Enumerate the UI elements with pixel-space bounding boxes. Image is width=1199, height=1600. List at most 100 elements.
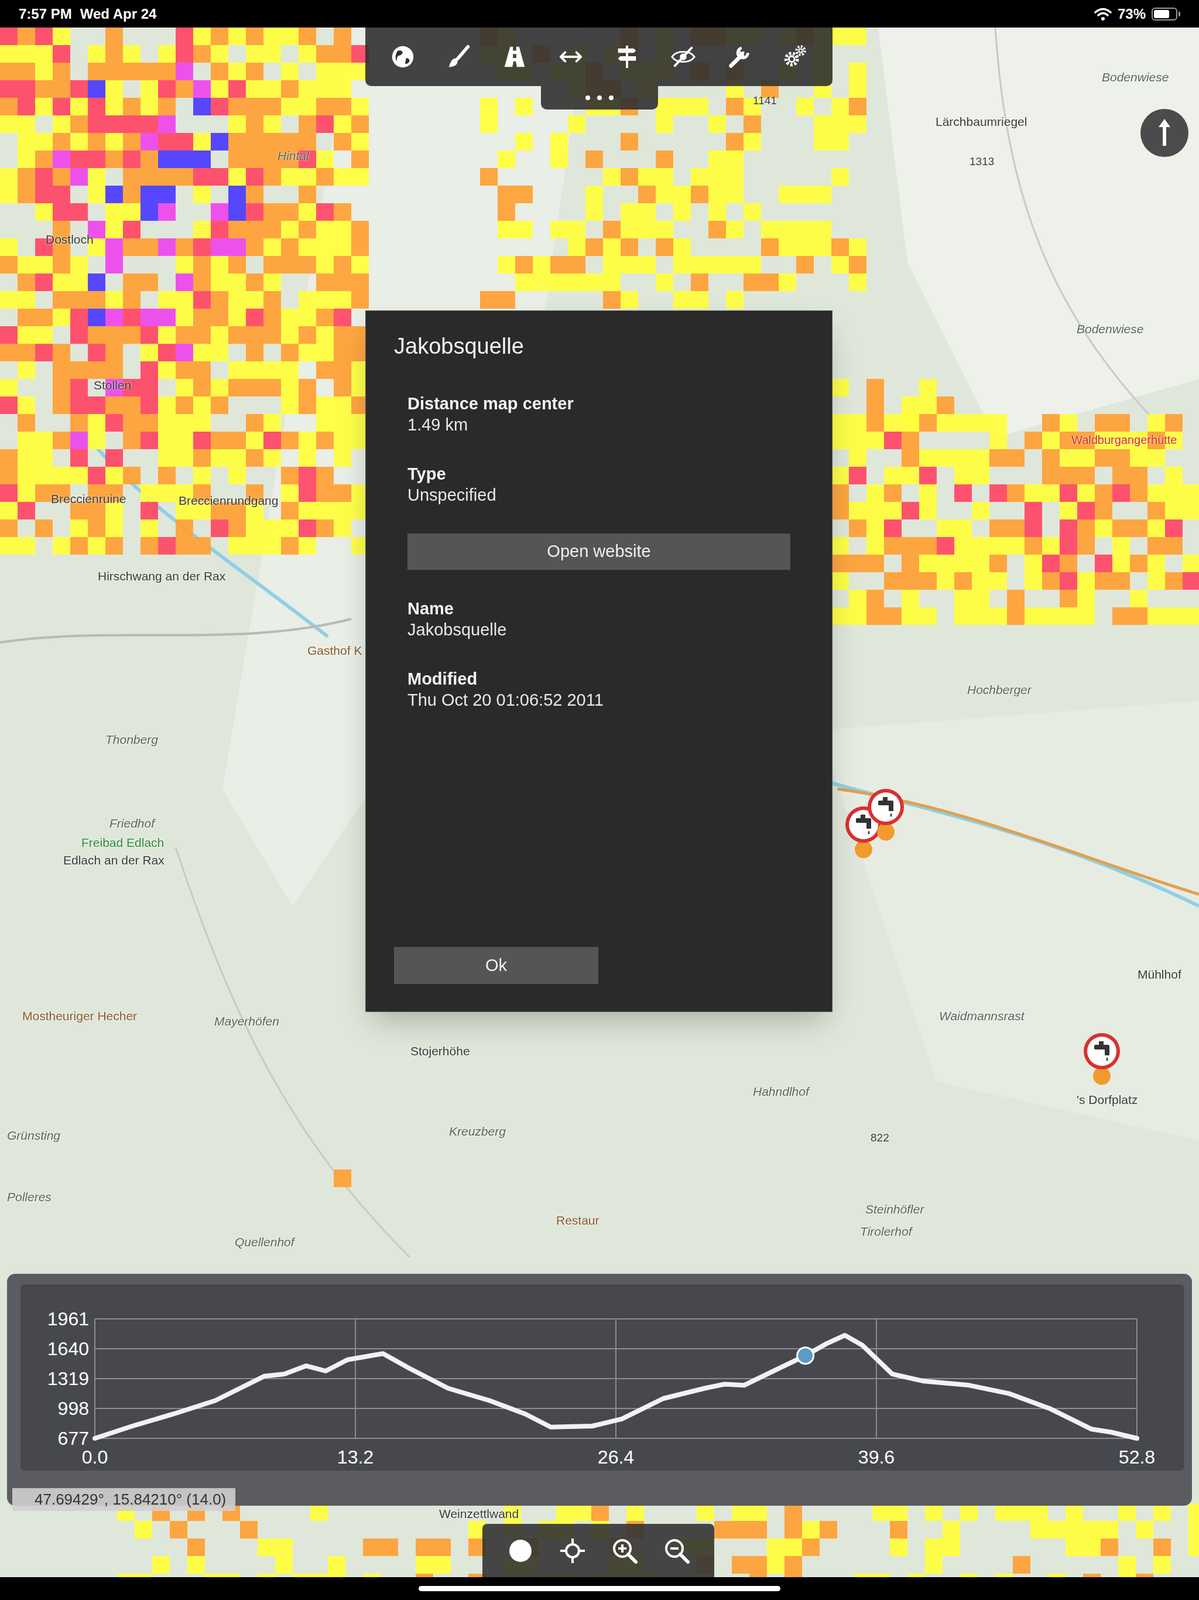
map-label: Edlach an der Rax	[63, 853, 165, 866]
map-label: Grünsting	[7, 1128, 61, 1142]
map-label: Stollen	[93, 378, 132, 392]
map[interactable]: Lärchbaumriegel13131141BodenwieseBodenwi…	[0, 27, 1199, 1577]
map-label: Polleres	[7, 1190, 52, 1203]
field-value: Unspecified	[407, 484, 791, 506]
dialog-field: NameJakobsquelle	[407, 597, 791, 640]
y-tick: 1640	[47, 1337, 89, 1359]
screen: 7:57 PMWed Apr 2473%Lärchbaumriegel13131…	[0, 0, 1199, 1600]
water-tap-pin-icon[interactable]	[1081, 1030, 1123, 1089]
map-label: Steinhöfler	[865, 1202, 924, 1215]
map-label: 1141	[752, 94, 777, 106]
grid-line	[94, 1318, 96, 1438]
map-label: Mayerhöfen	[214, 1014, 280, 1027]
map-label: Hirschwang an der Rax	[97, 569, 226, 582]
more-handle-icon[interactable]	[540, 86, 659, 110]
map-label: Breccienrundgang	[178, 494, 279, 507]
map-label: Tirolerhof	[860, 1224, 913, 1238]
distance-arrows-icon[interactable]	[553, 39, 589, 75]
chart-area	[20, 1283, 1184, 1471]
field-label: Distance map center	[407, 392, 791, 414]
x-tick: 13.2	[337, 1446, 374, 1468]
map-label: Quellenhof	[234, 1235, 295, 1248]
y-tick: 1961	[47, 1307, 89, 1329]
dialog-title: Jakobsquelle	[365, 310, 832, 358]
field-label: Name	[407, 597, 791, 619]
zoom-out-icon[interactable]	[662, 1535, 692, 1565]
field-value: Jakobsquelle	[407, 618, 791, 640]
battery-cap	[1178, 11, 1181, 17]
map-label: 822	[870, 1131, 890, 1143]
record-dot-icon[interactable]	[505, 1535, 536, 1565]
x-tick: 26.4	[597, 1446, 635, 1468]
wifi-icon	[1094, 7, 1112, 22]
map-label: Restaur	[556, 1213, 600, 1226]
map-label: Mostheuriger Hecher	[22, 1009, 137, 1022]
wrench-icon[interactable]	[721, 39, 757, 75]
poi-dialog: Jakobsquelle Distance map center1.49 km Ty…	[365, 310, 833, 1012]
battery-icon	[1151, 7, 1181, 21]
dialog-field: TypeUnspecified	[407, 463, 791, 506]
map-label: Bodenwiese	[1101, 70, 1169, 84]
map-label: Waldburgangerhütte	[1071, 433, 1178, 446]
signpost-icon[interactable]	[609, 39, 645, 75]
map-label: Friedhof	[109, 816, 155, 829]
map-label: Dostloch	[45, 233, 94, 246]
elevation-profile-line	[94, 1334, 1137, 1438]
road-icon[interactable]	[497, 39, 533, 75]
brush-icon[interactable]	[441, 39, 477, 75]
dot	[608, 95, 614, 101]
status-right: 73%	[1094, 3, 1181, 25]
north-arrow-icon[interactable]	[1139, 108, 1190, 158]
map-label: Waidmannsrast	[939, 1009, 1025, 1022]
field-value: 1.49 km	[407, 413, 791, 435]
map-label: Hochberger	[967, 683, 1032, 696]
chart-cursor[interactable]	[797, 1347, 814, 1364]
battery-fill	[1153, 9, 1170, 19]
field-value: Thu Oct 20 01:06:52 2011	[407, 689, 791, 711]
x-tick: 0.0	[81, 1446, 108, 1468]
button-label: Ok	[485, 952, 507, 979]
dialog-fields: Distance map center1.49 km TypeUnspecifie…	[365, 357, 832, 711]
globe-icon[interactable]	[385, 39, 421, 75]
map-label: Hintal	[277, 149, 310, 162]
grid-line	[875, 1318, 878, 1438]
settings-gears-icon[interactable]	[777, 39, 813, 75]
elevation-panel: 1961 1640 1319 998 6770.0 13.2 26.4 39.6 52.8	[7, 1273, 1192, 1506]
ok-button[interactable]: Ok	[394, 946, 599, 984]
map-label: Weinzettlwand	[439, 1506, 519, 1520]
toolbar	[365, 27, 833, 87]
zoom-in-icon[interactable]	[610, 1535, 640, 1565]
x-tick: 39.6	[858, 1446, 895, 1468]
map-label: 1313	[969, 155, 995, 167]
dialog-field: ModifiedThu Oct 20 01:06:52 2011	[407, 667, 791, 711]
dot	[597, 95, 602, 101]
open-website-button[interactable]: Open website	[407, 533, 791, 570]
battery-percent: 73%	[1117, 3, 1146, 25]
map-label: Freibad Edlach	[81, 836, 164, 849]
map-label: Thonberg	[105, 732, 159, 746]
grid-line	[1136, 1318, 1138, 1438]
coordinates: 47.69429°, 15.84210° (14.0)	[34, 1487, 226, 1511]
dialog-field: Distance map center1.49 km	[407, 392, 791, 435]
grid-line	[354, 1318, 356, 1438]
status-left: 7:57 PM Wed Apr 24	[18, 3, 157, 25]
x-tick: 52.8	[1118, 1446, 1156, 1468]
coordinates-box: 47.69429°, 15.84210° (14.0)	[12, 1487, 236, 1511]
y-tick: 998	[57, 1397, 89, 1419]
map-label: Kreuzberg	[449, 1124, 506, 1137]
water-tap-pin-icon[interactable]	[865, 786, 907, 845]
map-label: Hahndlhof	[752, 1084, 810, 1098]
y-tick: 677	[57, 1427, 89, 1449]
battery-track	[1151, 7, 1178, 21]
status-bar: 7:57 PM Wed Apr 24 73%	[0, 0, 1199, 28]
map-label: 's Dorfplatz	[1076, 1093, 1138, 1106]
home-indicator[interactable]	[418, 1585, 781, 1591]
y-tick: 1319	[47, 1367, 89, 1389]
locate-crosshair-icon[interactable]	[557, 1535, 588, 1565]
status-date: Wed Apr 24	[80, 3, 157, 25]
home-bar	[0, 1576, 1199, 1600]
hide-eye-icon[interactable]	[665, 39, 701, 75]
status-time: 7:57 PM	[18, 3, 73, 25]
map-label: Mühlhof	[1137, 967, 1182, 981]
elevation-chart[interactable]: 1961 1640 1319 998 6770.0 13.2 26.4 39.6 52.8	[7, 1273, 1192, 1506]
